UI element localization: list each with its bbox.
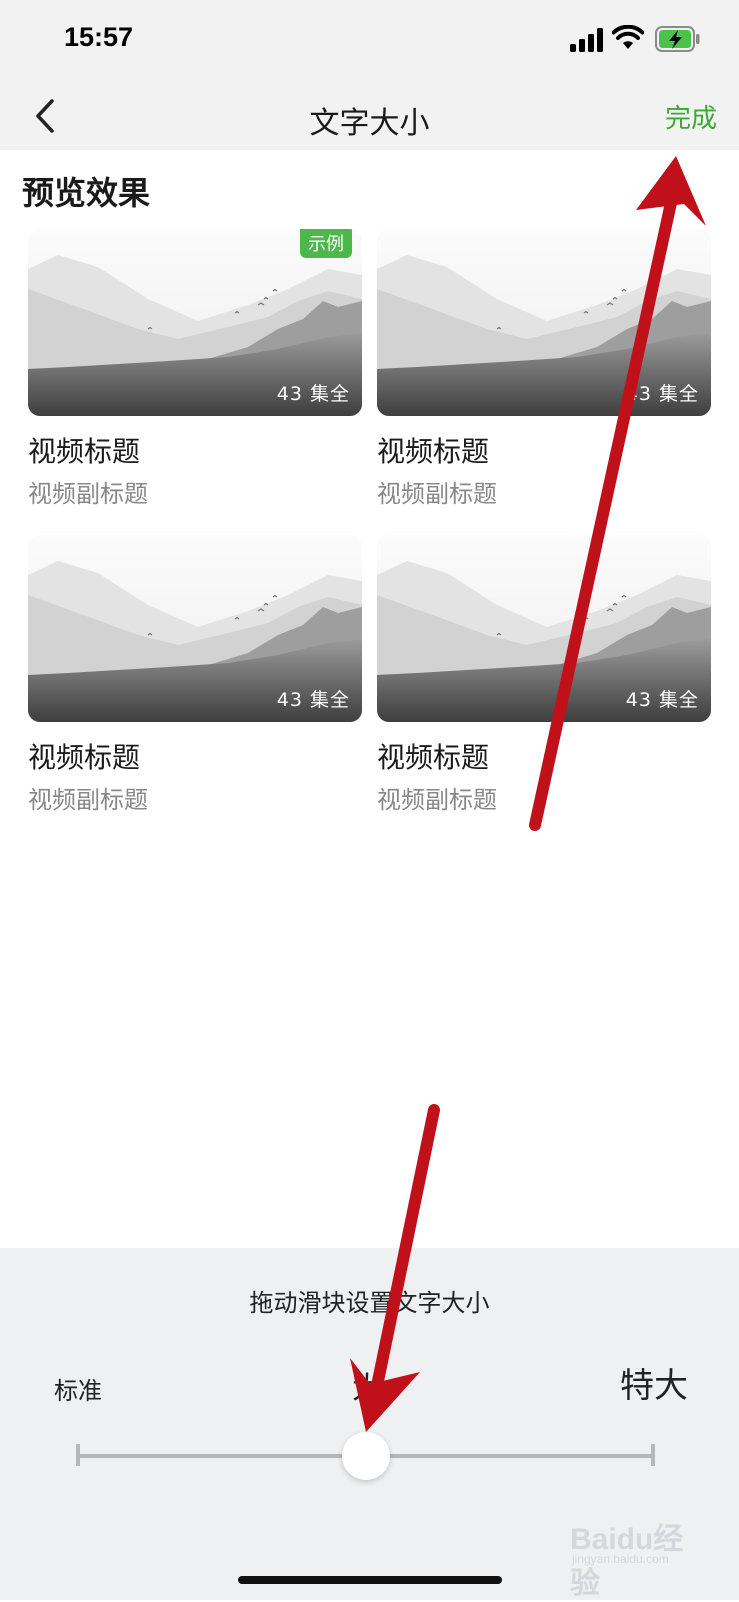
video-subtitle: 视频副标题	[377, 786, 497, 814]
video-card: 示例 43 集全 视频标题 视频副标题	[28, 229, 362, 509]
cellular-signal-icon	[570, 28, 603, 52]
size-label-large[interactable]: 大	[352, 1363, 382, 1407]
video-thumbnail: 43 集全	[28, 535, 362, 722]
video-card: 43 集全 视频标题 视频副标题	[377, 229, 711, 509]
home-indicator	[238, 1576, 502, 1584]
status-time: 15:57	[64, 22, 134, 52]
size-label-standard[interactable]: 标准	[54, 1371, 102, 1406]
status-bar: 15:57	[0, 0, 739, 80]
navigation-bar: 文字大小 完成	[0, 80, 739, 150]
slider-hint: 拖动滑块设置文字大小	[249, 1289, 490, 1317]
done-button[interactable]: 完成	[665, 98, 717, 135]
episode-count: 43 集全	[625, 383, 699, 405]
video-card: 43 集全 视频标题 视频副标题	[377, 535, 711, 815]
video-subtitle: 视频副标题	[28, 786, 148, 814]
episode-count: 43 集全	[276, 689, 350, 711]
video-card: 43 集全 视频标题 视频副标题	[28, 535, 362, 815]
video-title: 视频标题	[28, 741, 141, 774]
baidu-watermark: Baidu经验 jingyan.baidu.com	[570, 1500, 700, 1600]
episode-count: 43 集全	[625, 689, 699, 711]
video-title: 视频标题	[28, 435, 141, 468]
size-label-extra-large[interactable]: 特大	[620, 1358, 688, 1407]
video-thumbnail: 43 集全	[377, 535, 711, 722]
video-subtitle: 视频副标题	[377, 480, 497, 508]
wifi-icon	[612, 25, 644, 49]
slider-tick-start	[76, 1444, 80, 1466]
video-thumbnail: 43 集全	[377, 229, 711, 416]
slider-thumb[interactable]	[342, 1432, 390, 1480]
watermark-url: jingyan.baidu.com	[572, 1552, 669, 1566]
sample-badge: 示例	[300, 229, 352, 258]
slider-tick-end	[651, 1444, 655, 1466]
video-thumbnail: 示例 43 集全	[28, 229, 362, 416]
page-title: 文字大小	[309, 106, 430, 141]
episode-count: 43 集全	[276, 383, 350, 405]
video-subtitle: 视频副标题	[28, 480, 148, 508]
video-title: 视频标题	[377, 741, 490, 774]
video-title: 视频标题	[377, 435, 490, 468]
battery-charging-icon	[655, 26, 700, 52]
preview-heading: 预览效果	[22, 174, 151, 212]
